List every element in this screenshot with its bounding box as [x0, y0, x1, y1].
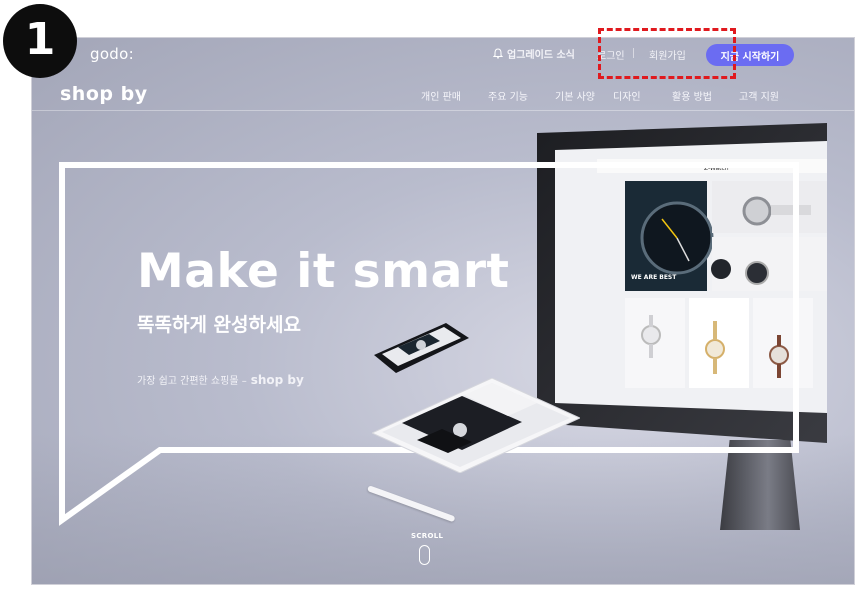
hero-headline: Make it smart [137, 244, 510, 299]
godo-logo[interactable]: godo: [90, 45, 134, 63]
nav-divider [32, 110, 854, 111]
hero-tagline-text: 가장 쉽고 간편한 쇼핑몰 – [137, 376, 247, 387]
nav-item-customer-support[interactable]: 고객 지원 [739, 88, 779, 103]
monitor-stand [720, 440, 800, 530]
monitor-illustration: Z-Watch WE ARE BEST [537, 123, 827, 443]
bell-icon [493, 48, 503, 59]
nav-item-design[interactable]: 디자인 [613, 88, 641, 103]
login-signup-highlight [598, 28, 736, 79]
upgrade-news-label: 업그레이드 소식 [507, 50, 575, 61]
scroll-mouse-icon[interactable] [419, 545, 430, 565]
nav-item-how-to-use[interactable]: 활용 방법 [672, 88, 712, 103]
scroll-label: SCROLL [411, 532, 444, 540]
nav-item-basic-specs[interactable]: 기본 사양 [555, 88, 595, 103]
main-nav: 개인 판매 주요 기능 기본 사양 디자인 활용 방법 고객 지원 [0, 88, 865, 103]
phone-illustration [374, 323, 469, 373]
tablet-illustration [372, 378, 580, 473]
hero-tagline-brand: shop by [250, 373, 304, 387]
hero-tagline: 가장 쉽고 간편한 쇼핑몰 – shop by [137, 372, 304, 387]
nav-item-key-features[interactable]: 주요 기능 [488, 88, 528, 103]
svg-text:Z-Watch: Z-Watch [704, 165, 729, 172]
step-number: 1 [24, 14, 56, 65]
step-number-badge: 1 [3, 4, 77, 78]
monitor-banner-text: WE ARE BEST [631, 274, 677, 281]
upgrade-news-link[interactable]: 업그레이드 소식 [493, 46, 575, 61]
nav-item-personal-sales[interactable]: 개인 판매 [421, 88, 461, 103]
hero-subheadline: 똑똑하게 완성하세요 [137, 314, 301, 336]
